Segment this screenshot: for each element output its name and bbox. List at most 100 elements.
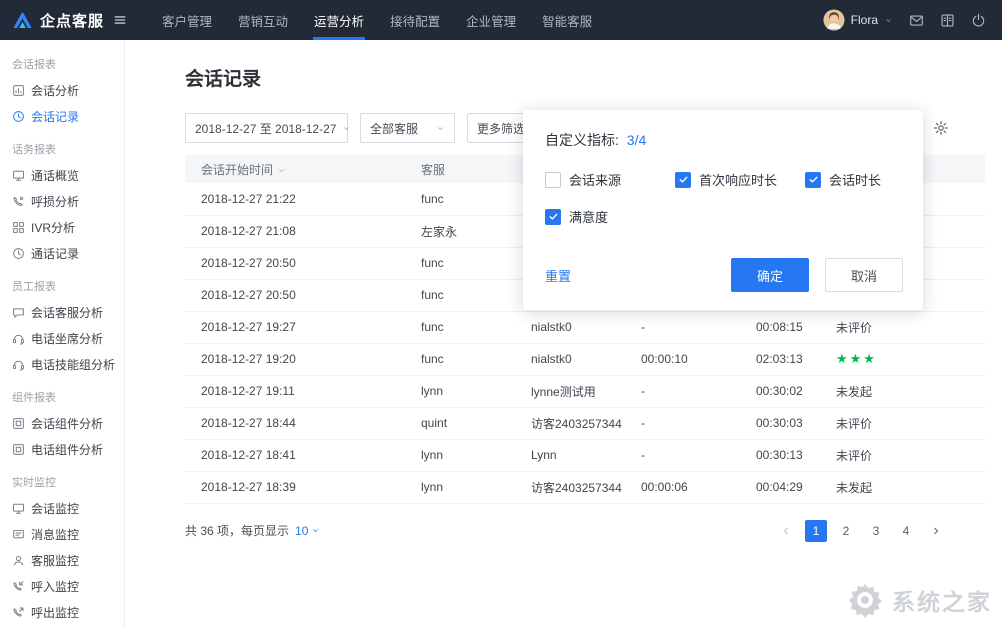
sidebar: 会话报表会话分析会话记录话务报表通话概览呼损分析IVR分析通话记录员工报表会话客… — [0, 40, 125, 627]
column-header: 客服 — [405, 155, 515, 183]
user-menu[interactable]: Flora — [823, 9, 893, 31]
metric-checkbox[interactable]: 首次响应时长 — [675, 170, 805, 189]
sidebar-item[interactable]: 电话坐席分析 — [0, 325, 124, 351]
sidebar-item[interactable]: 会话分析 — [0, 77, 124, 103]
nav-item[interactable]: 客户管理 — [149, 0, 225, 40]
column-header[interactable]: 会话开始时间 — [185, 155, 405, 183]
checkbox-label: 会话来源 — [569, 170, 621, 189]
page-button[interactable]: 4 — [895, 520, 917, 542]
agent-filter-select[interactable]: 全部客服 — [360, 113, 455, 143]
sidebar-item[interactable]: 呼损分析 — [0, 188, 124, 214]
table-row[interactable]: 2018-12-27 18:44quint访客2403257344-00:30:… — [185, 407, 985, 439]
page-size-value: 10 — [295, 524, 308, 538]
sidebar-item[interactable]: 会话监控 — [0, 495, 124, 521]
date-range-select[interactable]: 2018-12-27 至 2018-12-27 — [185, 113, 348, 143]
page-button[interactable]: 3 — [865, 520, 887, 542]
sidebar-item[interactable]: 呼出监控 — [0, 599, 124, 625]
sidebar-item[interactable]: 电话组件分析 — [0, 436, 124, 462]
watermark-gear-icon — [846, 581, 884, 619]
sidebar-item-label: 客服监控 — [31, 552, 79, 569]
sidebar-item[interactable]: 电话技能组分析 — [0, 351, 124, 377]
cancel-button[interactable]: 取消 — [825, 258, 903, 292]
call-out-icon — [12, 606, 25, 619]
page-button[interactable]: 1 — [805, 520, 827, 542]
user-name: Flora — [851, 13, 878, 27]
metric-checkbox[interactable]: 满意度 — [545, 207, 675, 226]
headset-icon — [12, 332, 25, 345]
sidebar-item-label: 会话记录 — [31, 108, 79, 125]
checkbox-label: 会话时长 — [829, 170, 881, 189]
first-response-cell: - — [625, 375, 740, 407]
prev-page-button[interactable]: ‹ — [775, 520, 797, 542]
nav-item[interactable]: 智能客服 — [529, 0, 605, 40]
table-row[interactable]: 2018-12-27 18:39lynn访客240325734400:00:06… — [185, 471, 985, 503]
sidebar-item[interactable]: 通话概览 — [0, 162, 124, 188]
next-page-button[interactable]: › — [925, 520, 947, 542]
sidebar-section-title: 实时监控 — [0, 462, 124, 495]
sidebar-item[interactable]: 消息监控 — [0, 521, 124, 547]
time-cell: 2018-12-27 18:41 — [185, 439, 405, 471]
table-row[interactable]: 2018-12-27 18:41lynnLynn-00:30:13未评价 — [185, 439, 985, 471]
sidebar-item[interactable]: 会话记录 — [0, 103, 124, 129]
sidebar-item[interactable]: 会话组件分析 — [0, 410, 124, 436]
agent-icon — [12, 554, 25, 567]
sidebar-item-label: 通话记录 — [31, 245, 79, 262]
reset-link[interactable]: 重置 — [545, 266, 571, 285]
visitor-cell: 访客2403257344 — [515, 471, 625, 503]
sidebar-item[interactable]: 通话记录 — [0, 240, 124, 266]
brand[interactable]: 企点客服 — [0, 10, 137, 31]
sort-icon — [277, 164, 286, 178]
confirm-button[interactable]: 确定 — [731, 258, 809, 292]
nav-item[interactable]: 接待配置 — [377, 0, 453, 40]
page-size-select[interactable]: 10 — [295, 524, 320, 538]
top-navbar: 企点客服 客户管理营销互动运营分析接待配置企业管理智能客服 Flora — [0, 0, 1002, 40]
time-cell: 2018-12-27 19:11 — [185, 375, 405, 407]
duration-cell: 00:08:15 — [740, 311, 820, 343]
metric-checkbox[interactable]: 会话时长 — [805, 170, 881, 189]
sidebar-item[interactable]: 会话客服分析 — [0, 299, 124, 325]
agent-filter-value: 全部客服 — [370, 120, 418, 137]
table-row[interactable]: 2018-12-27 19:20funcnialstk000:00:1002:0… — [185, 343, 985, 375]
avatar — [823, 9, 845, 31]
sidebar-item[interactable]: IVR分析 — [0, 214, 124, 240]
page-button[interactable]: 2 — [835, 520, 857, 542]
sidebar-item-label: 电话技能组分析 — [31, 356, 115, 373]
chevron-down-icon — [884, 16, 893, 25]
metric-checkboxes: 会话来源 首次响应时长 会话时长满意度 — [545, 170, 903, 244]
power-icon[interactable] — [971, 13, 986, 28]
duration-cell: 00:30:02 — [740, 375, 820, 407]
contacts-icon[interactable] — [940, 13, 955, 28]
sidebar-item-label: 消息监控 — [31, 526, 79, 543]
visitor-cell: nialstk0 — [515, 343, 625, 375]
chevron-down-icon — [311, 526, 320, 535]
time-cell: 2018-12-27 18:44 — [185, 407, 405, 439]
duration-cell: 00:30:13 — [740, 439, 820, 471]
agent-cell: lynn — [405, 375, 515, 407]
nav-item[interactable]: 营销互动 — [225, 0, 301, 40]
duration-cell: 00:30:03 — [740, 407, 820, 439]
table-row[interactable]: 2018-12-27 19:11lynnlynne测试用-00:30:02未发起 — [185, 375, 985, 407]
sidebar-item-label: 通话概览 — [31, 167, 79, 184]
duration-cell: 02:03:13 — [740, 343, 820, 375]
sidebar-item-label: 会话分析 — [31, 82, 79, 99]
sidebar-item-label: 呼入监控 — [31, 578, 79, 595]
sidebar-item-label: 会话监控 — [31, 500, 79, 517]
visitor-cell: Lynn — [515, 439, 625, 471]
agent-cell: func — [405, 247, 515, 279]
nav-item[interactable]: 运营分析 — [301, 0, 377, 40]
sidebar-item-label: IVR分析 — [31, 219, 75, 236]
table-row[interactable]: 2018-12-27 19:27funcnialstk0-00:08:15未评价 — [185, 311, 985, 343]
first-response-cell: 00:00:06 — [625, 471, 740, 503]
gear-icon[interactable] — [933, 120, 949, 136]
clock-icon — [12, 110, 25, 123]
metric-checkbox[interactable]: 会话来源 — [545, 170, 675, 189]
sidebar-item[interactable]: 呼入监控 — [0, 573, 124, 599]
hamburger-icon[interactable] — [113, 13, 127, 27]
first-response-cell: - — [625, 311, 740, 343]
sidebar-item[interactable]: 客服监控 — [0, 547, 124, 573]
checkbox-label: 首次响应时长 — [699, 170, 777, 189]
unchecked-checkbox-icon — [545, 172, 561, 188]
mail-icon[interactable] — [909, 13, 924, 28]
nav-item[interactable]: 企业管理 — [453, 0, 529, 40]
satisfaction-cell: 未发起 — [820, 471, 985, 503]
